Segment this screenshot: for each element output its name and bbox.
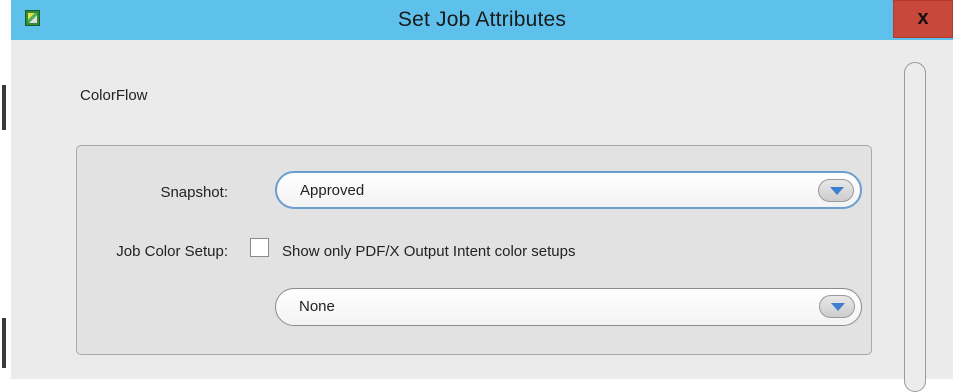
snapshot-dropdown[interactable]: Approved bbox=[275, 171, 862, 209]
pdfx-only-checkbox[interactable] bbox=[250, 238, 269, 257]
section-title: ColorFlow bbox=[80, 87, 148, 104]
color-setup-value: None bbox=[299, 298, 335, 315]
background-window-edge bbox=[0, 0, 11, 379]
color-setup-dropdown[interactable]: None bbox=[275, 288, 862, 326]
chevron-down-icon[interactable] bbox=[819, 295, 855, 318]
snapshot-value: Approved bbox=[300, 182, 365, 199]
background-window-mark bbox=[2, 318, 6, 368]
job-color-setup-label: Job Color Setup: bbox=[116, 243, 228, 260]
background-window-mark bbox=[2, 85, 6, 130]
window-title: Set Job Attributes bbox=[397, 8, 567, 31]
chevron-down-icon[interactable] bbox=[818, 179, 854, 202]
pdfx-only-checkbox-label[interactable]: Show only PDF/X Output Intent color setu… bbox=[282, 243, 575, 260]
vertical-scrollbar[interactable] bbox=[904, 62, 926, 392]
close-button[interactable]: x bbox=[893, 0, 953, 38]
close-icon: x bbox=[917, 7, 929, 29]
snapshot-label: Snapshot: bbox=[160, 184, 228, 201]
